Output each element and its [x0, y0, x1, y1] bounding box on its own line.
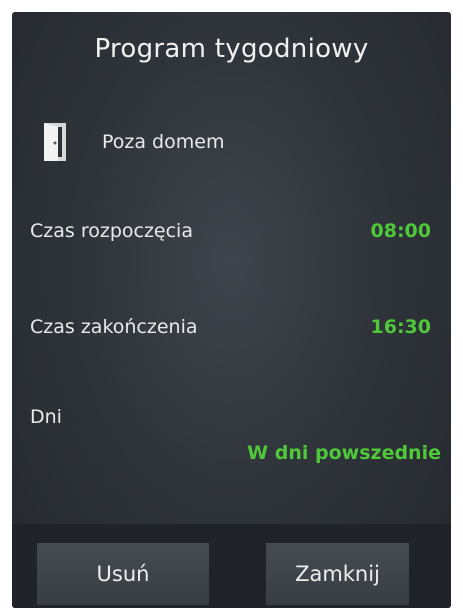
end-time-label: Czas zakończenia: [30, 316, 198, 338]
start-time-value[interactable]: 08:00: [371, 220, 431, 242]
days-value[interactable]: W dni powszednie: [247, 442, 441, 464]
start-time-label: Czas rozpoczęcia: [30, 220, 193, 242]
page-title: Program tygodniowy: [94, 34, 369, 64]
close-button[interactable]: Zamknij: [266, 543, 409, 605]
weekly-program-panel: Program tygodniowy Poza domem Czas rozpo…: [12, 12, 451, 608]
mode-row[interactable]: Poza domem: [40, 120, 224, 164]
delete-button[interactable]: Usuń: [37, 543, 209, 605]
mode-label: Poza domem: [102, 131, 225, 153]
days-label: Dni: [30, 406, 62, 428]
end-time-value[interactable]: 16:30: [371, 316, 431, 338]
door-icon: [40, 121, 72, 163]
